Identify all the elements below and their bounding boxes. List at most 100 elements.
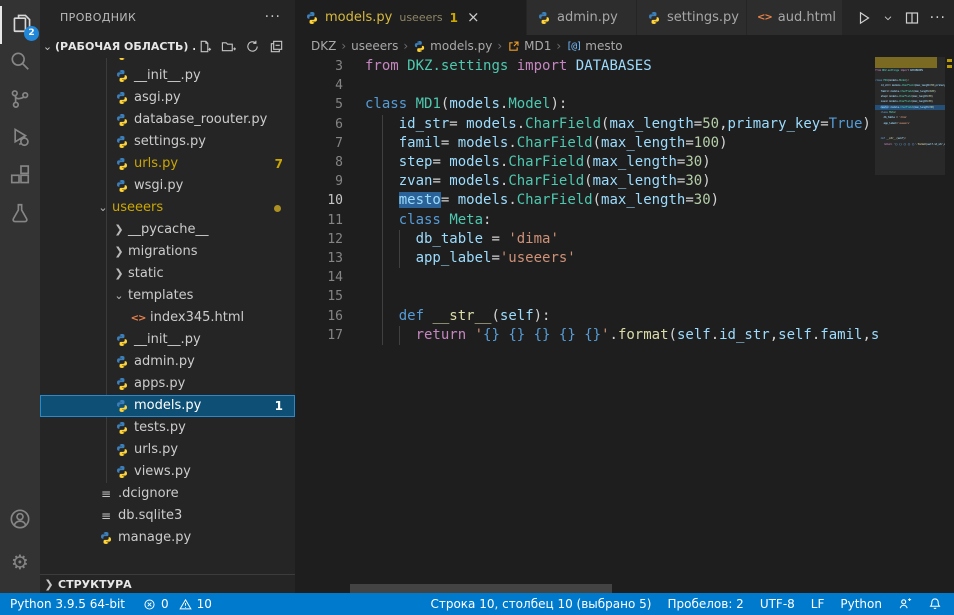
tree-item-admin.py[interactable]: admin.py xyxy=(40,351,295,373)
code-token: max_length xyxy=(913,99,927,103)
breadcrumb-item-useeers[interactable]: useeers xyxy=(351,39,398,53)
code-line-5[interactable]: 5class MD1(models.Model): xyxy=(295,95,875,114)
workspace-section-header[interactable]: ⌄ (РАБОЧАЯ ОБЛАСТЬ) ... xyxy=(40,35,295,58)
new-folder-icon[interactable] xyxy=(219,38,237,56)
overview-warning-mark xyxy=(947,59,952,62)
status-notifications[interactable] xyxy=(928,597,942,611)
tree-item-urls.py[interactable]: urls.py7 xyxy=(40,153,295,175)
tree-item-views.py[interactable]: views.py xyxy=(40,461,295,483)
code-token: 'dima' xyxy=(508,231,559,247)
activity-bar-settings[interactable]: ⚙ xyxy=(0,543,40,581)
code-token: import xyxy=(900,68,908,72)
status-cursor-position[interactable]: Строка 10, столбец 10 (выбрано 5) xyxy=(430,597,651,611)
tree-folder-__pycache__[interactable]: ❯__pycache__ xyxy=(40,219,295,241)
code-token: CharField xyxy=(899,99,912,103)
tab-settings.py[interactable]: settings.py xyxy=(637,0,747,35)
close-icon[interactable]: × xyxy=(467,10,480,25)
code-line-15[interactable]: 15 xyxy=(295,287,875,306)
code-token: models xyxy=(890,105,898,109)
code-line-8[interactable]: 8 step= models.CharField(max_length=30) xyxy=(295,153,875,172)
breadcrumb-item-MD1[interactable]: MD1 xyxy=(507,39,551,53)
code-token: models xyxy=(449,173,500,189)
collapse-all-icon[interactable] xyxy=(267,38,285,56)
run-button[interactable] xyxy=(856,10,872,26)
status-language[interactable]: Python xyxy=(840,597,882,611)
horizontal-scrollbar[interactable] xyxy=(350,584,612,593)
breadcrumb-item-models.py[interactable]: models.py xyxy=(413,39,492,53)
code-line-13[interactable]: 13 app_label='useeers' xyxy=(295,249,875,268)
tab-aud.html[interactable]: <>aud.html xyxy=(747,0,843,35)
tree-item-database_roouter.py[interactable]: database_roouter.py xyxy=(40,109,295,131)
more-actions-icon[interactable]: ··· xyxy=(265,0,281,35)
code-line-9[interactable]: 9 zvan= models.CharField(max_length=30) xyxy=(295,172,875,191)
breadcrumb-separator: › xyxy=(497,39,502,53)
status-problems[interactable]: 010 xyxy=(143,597,212,611)
code-line-11[interactable]: 11 class Meta: xyxy=(295,211,875,230)
activity-bar-run-debug[interactable] xyxy=(0,120,40,158)
code-line-14[interactable]: 14 xyxy=(295,268,875,287)
file-label: urls.py xyxy=(134,439,178,461)
tree-item-index345.html[interactable]: <>index345.html xyxy=(40,307,295,329)
tree-item-manage.py[interactable]: manage.py xyxy=(40,527,295,549)
split-editor-button[interactable] xyxy=(904,10,920,26)
code-token: 'useeers' xyxy=(500,250,576,266)
code-token xyxy=(550,327,558,343)
code-token: models xyxy=(449,154,500,170)
tree-item-asgi.py[interactable]: asgi.py xyxy=(40,87,295,109)
code-token: self xyxy=(500,308,534,324)
code-line-6[interactable]: 6 id_str= models.CharField(max_length=50… xyxy=(295,115,875,134)
code-token: = xyxy=(820,116,828,132)
run-dropdown[interactable] xyxy=(882,12,894,24)
tree-item-urls.py[interactable]: urls.py xyxy=(40,439,295,461)
vertical-scrollbar[interactable] xyxy=(945,57,954,593)
tab-models.py[interactable]: models.pyuseeers1× xyxy=(295,0,527,35)
tree-folder-templates[interactable]: ⌄templates xyxy=(40,285,295,307)
activity-bar-extensions[interactable] xyxy=(0,158,40,196)
tab-admin.py[interactable]: admin.py xyxy=(527,0,637,35)
tree-item-wsgi.py[interactable]: wsgi.py xyxy=(40,175,295,197)
tree-item-db.sqlite3[interactable]: ≡db.sqlite3 xyxy=(40,505,295,527)
code-line-12[interactable]: 12 db_table = 'dima' xyxy=(295,230,875,249)
file-label: urls.py xyxy=(134,153,178,175)
tree-item-tests.py[interactable]: tests.py xyxy=(40,417,295,439)
status-indentation[interactable]: Пробелов: 2 xyxy=(667,597,743,611)
tree-item-models.py[interactable]: models.py1 xyxy=(40,395,295,417)
status-eol[interactable]: LF xyxy=(811,597,825,611)
tree-item-apps.py[interactable]: apps.py xyxy=(40,373,295,395)
code-line-3[interactable]: 3from DKZ.settings import DATABASES xyxy=(295,57,875,76)
minimap[interactable]: from DKZ.settings import DATABASESclass … xyxy=(875,57,945,593)
tree-folder-static[interactable]: ❯static xyxy=(40,263,295,285)
code-editor[interactable]: from DKZ.settings import DATABASESclass … xyxy=(295,57,954,593)
code-token: ): xyxy=(906,78,909,82)
activity-bar-testing[interactable] xyxy=(0,196,40,234)
outline-section-header[interactable]: ❯ СТРУКТУРА xyxy=(40,574,295,593)
activity-bar-search[interactable] xyxy=(0,44,40,82)
new-file-icon[interactable] xyxy=(195,38,213,56)
activity-bar-account[interactable] xyxy=(0,502,40,540)
code-line-4[interactable]: 4 xyxy=(295,76,875,95)
activity-bar-explorer[interactable]: 2 xyxy=(0,6,42,44)
python-icon xyxy=(114,134,130,150)
chevron-down-icon: ⌄ xyxy=(112,285,126,307)
more-actions-button[interactable]: ··· xyxy=(930,10,946,26)
file-label: settings.py xyxy=(134,131,206,153)
status-python-version[interactable]: Python 3.9.5 64-bit xyxy=(10,597,125,611)
tree-item-.dcignore[interactable]: ≡.dcignore xyxy=(40,483,295,505)
activity-bar-source-control[interactable] xyxy=(0,82,40,120)
code-line-7[interactable]: 7 famil= models.CharField(max_length=100… xyxy=(295,134,875,153)
breadcrumb-item-mesto[interactable]: [@]mesto xyxy=(566,39,622,53)
tree-folder-useeers[interactable]: ⌄useeers xyxy=(40,197,295,219)
breadcrumb-item-DKZ[interactable]: DKZ xyxy=(311,39,336,53)
code-token: DKZ.settings xyxy=(882,68,899,72)
tree-item-__init__.py[interactable]: __init__.py xyxy=(40,65,295,87)
tree-item-settings.py[interactable]: settings.py xyxy=(40,131,295,153)
status-feedback[interactable] xyxy=(898,597,912,611)
tree-item-__init__.py[interactable]: __init__.py xyxy=(40,329,295,351)
status-encoding[interactable]: UTF-8 xyxy=(760,597,795,611)
code-line-10[interactable]: 10 mesto= models.CharField(max_length=30… xyxy=(295,191,875,210)
tree-folder-migrations[interactable]: ❯migrations xyxy=(40,241,295,263)
code-token: return xyxy=(883,142,891,146)
code-line-17[interactable]: 17 return '{} {} {} {} {}'.format(self.i… xyxy=(295,326,875,345)
refresh-icon[interactable] xyxy=(243,38,261,56)
code-line-16[interactable]: 16 def __str__(self): xyxy=(295,307,875,326)
